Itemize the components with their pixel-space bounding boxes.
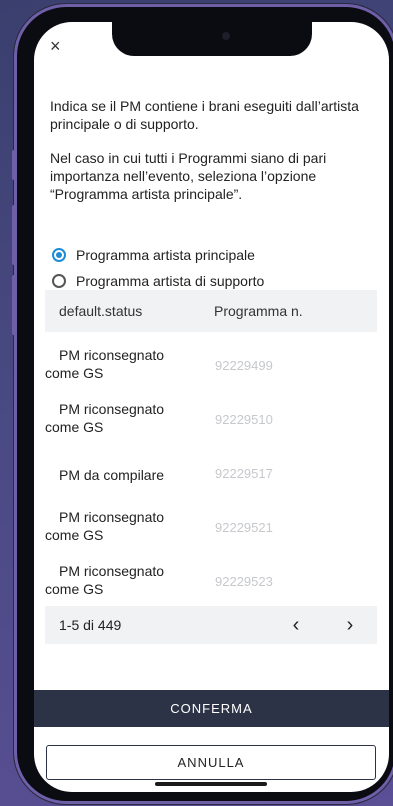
row-program-number: 92229521 (215, 520, 273, 535)
programs-table: default.status Programma n. PM riconsegn… (45, 290, 377, 644)
radio-label: Programma artista principale (76, 247, 255, 263)
phone-side-button (12, 275, 16, 335)
cancel-button[interactable]: ANNULLA (46, 745, 376, 780)
column-header-program-number: Programma n. (214, 303, 303, 319)
row-status: PM riconsegnato come GS (45, 401, 165, 435)
table-row[interactable]: PM da compilare 92229517 (45, 440, 377, 494)
camera-dot (222, 32, 230, 40)
row-status: PM riconsegnato come GS (45, 509, 165, 543)
phone-side-button (12, 205, 16, 265)
row-program-number: 92229517 (215, 466, 273, 481)
row-status: PM da compilare (59, 467, 165, 483)
home-indicator (155, 782, 267, 786)
pagination-range: 1-5 di 449 (59, 617, 122, 633)
table-row[interactable]: PM riconsegnato come GS 92229523 (45, 548, 377, 602)
description-paragraph-1: Indica se il PM contiene i brani eseguit… (50, 98, 359, 132)
confirm-button[interactable]: CONFERMA (34, 690, 389, 727)
chevron-right-icon[interactable]: › (323, 614, 377, 637)
phone-side-button (12, 150, 16, 180)
radio-unchecked-icon[interactable] (52, 274, 66, 288)
column-header-status: default.status (59, 303, 143, 319)
row-program-number: 92229523 (215, 574, 273, 589)
radio-checked-icon[interactable] (52, 248, 66, 262)
row-status: PM riconsegnato come GS (45, 563, 165, 597)
pagination: 1-5 di 449 ‹ › (45, 606, 377, 644)
row-status: PM riconsegnato come GS (45, 347, 165, 381)
program-type-radio-group: Programma artista principale Programma a… (52, 242, 264, 294)
row-program-number: 92229499 (215, 358, 273, 373)
close-icon[interactable]: × (50, 36, 61, 57)
chevron-left-icon[interactable]: ‹ (269, 614, 323, 637)
description-paragraph-2: Nel caso in cui tutti i Programmi siano … (50, 150, 327, 202)
table-row[interactable]: PM riconsegnato come GS 92229510 (45, 386, 377, 440)
table-header: default.status Programma n. (45, 290, 377, 332)
row-program-number: 92229510 (215, 412, 273, 427)
table-row[interactable]: PM riconsegnato come GS 92229499 (45, 332, 377, 386)
radio-label: Programma artista di supporto (76, 273, 265, 289)
description: Indica se il PM contiene i brani eseguit… (50, 97, 370, 219)
table-row[interactable]: PM riconsegnato come GS 92229521 (45, 494, 377, 548)
modal-screen: × Indica se il PM contiene i brani esegu… (34, 22, 389, 792)
radio-option-main-artist[interactable]: Programma artista principale (52, 242, 264, 268)
phone-notch (112, 22, 312, 56)
